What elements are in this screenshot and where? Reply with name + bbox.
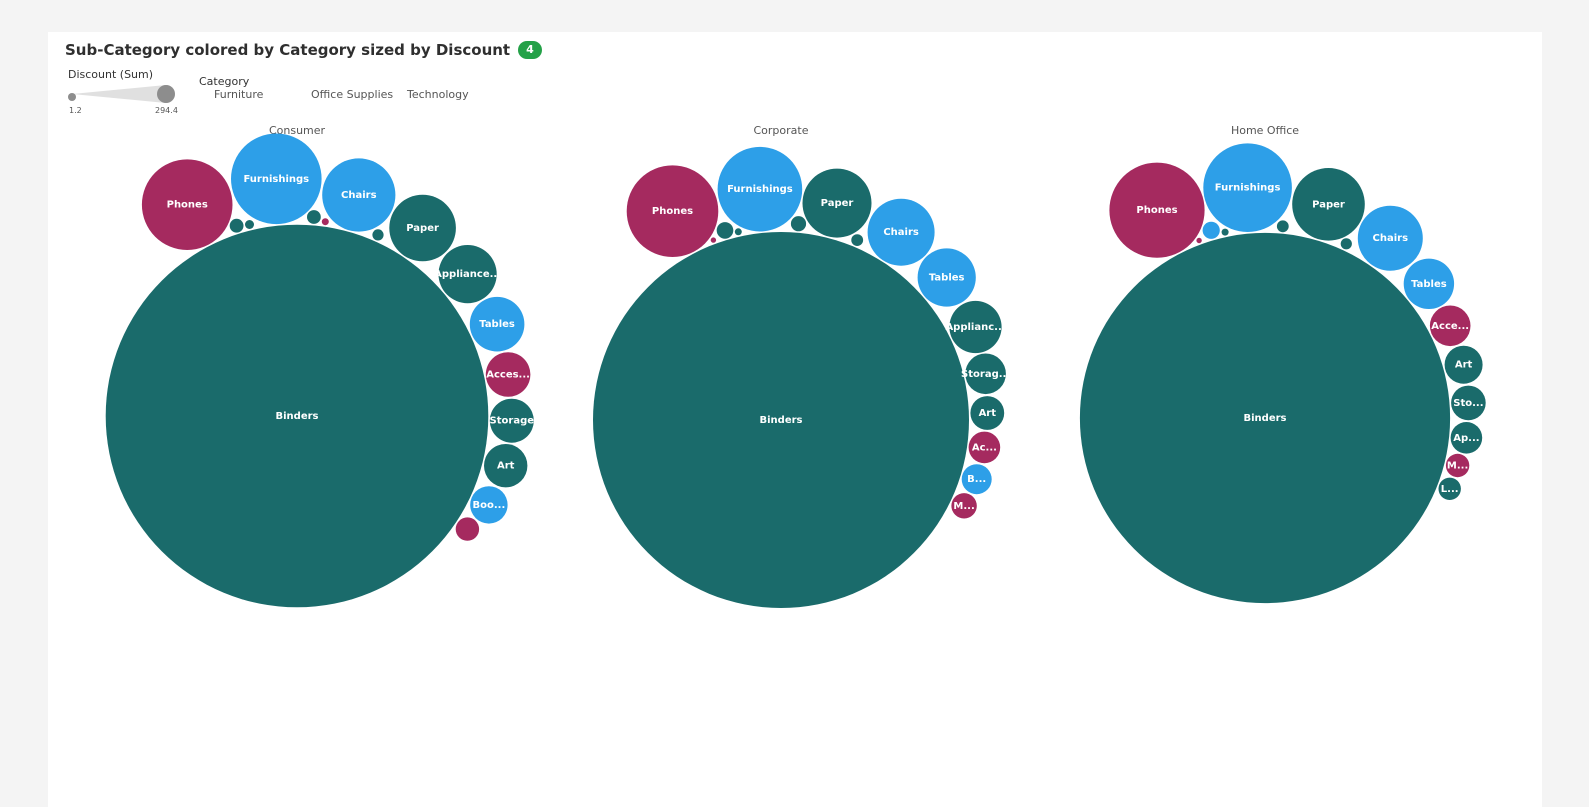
bubble-label: Paper [1312, 199, 1345, 210]
bubble-unlabeled[interactable] [1276, 220, 1289, 233]
bubble-label: Binders [276, 411, 319, 422]
bubble-label: Boo... [473, 500, 506, 511]
bubble-unlabeled[interactable] [851, 234, 864, 247]
bubble-label: Art [979, 408, 997, 419]
bubble-unlabeled[interactable] [716, 222, 734, 239]
bubble-unlabeled[interactable] [734, 228, 742, 236]
bubble-label: Art [1455, 360, 1473, 371]
bubble-label: Tables [929, 273, 965, 284]
bubble-label: Applianc... [945, 322, 1005, 333]
bubble-unlabeled[interactable] [229, 218, 244, 233]
bubble-label: Sto... [1453, 398, 1483, 409]
bubble-label: M... [953, 501, 974, 512]
bubble-unlabeled[interactable] [710, 237, 717, 243]
bubble-unlabeled[interactable] [245, 220, 254, 229]
bubble-chart: ConsumerBindersPhonesFurnishingsChairsPa… [105, 124, 1486, 608]
bubble-label: Paper [821, 198, 854, 209]
bubble-label: Paper [406, 223, 439, 234]
bubble-unlabeled[interactable] [1202, 221, 1220, 239]
bubble-unlabeled[interactable] [307, 210, 321, 224]
bubble-label: Binders [1244, 413, 1287, 424]
bubble-label: Furnishings [1215, 183, 1281, 194]
bubble-label: Acces... [486, 370, 530, 381]
bubble-label: Phones [167, 200, 208, 211]
bubble-label: Phones [1136, 205, 1177, 216]
bubble-unlabeled[interactable] [372, 229, 384, 241]
bubble-label: Chairs [341, 190, 377, 201]
bubble-label: Phones [652, 206, 693, 217]
bubble-unlabeled[interactable] [1221, 228, 1229, 236]
bubble-label: Acce... [1431, 321, 1469, 332]
bubble-label: B... [967, 474, 986, 485]
bubble-label: L... [1441, 484, 1459, 495]
bubble-label: M... [1447, 461, 1468, 472]
facet-corporate: Corporate Binders Phones Furnishings Paper Ch… [593, 124, 1010, 608]
facet-title: Home Office [1231, 124, 1299, 137]
facet-home-office: Home Office Binders Phones Furnishings Paper… [1079, 124, 1486, 604]
bubble-label: Storage [490, 416, 535, 427]
facet-consumer: ConsumerBindersPhonesFurnishingsChairsPa… [105, 124, 535, 608]
bubble-label: Furnishings [243, 174, 309, 185]
bubble-label: Storag... [961, 369, 1010, 380]
bubble-label: Ac... [972, 442, 997, 453]
facet-title: Corporate [754, 124, 809, 137]
bubble-label: Tables [1411, 279, 1447, 290]
bubble-label: Ap... [1453, 433, 1479, 444]
bubble-label: Chairs [883, 227, 919, 238]
bubble-label: Binders [760, 415, 803, 426]
bubble-label: Chairs [1373, 233, 1409, 244]
bubble-unlabeled[interactable] [1196, 237, 1202, 244]
bubble-label: Art [497, 461, 515, 472]
bubble-unlabeled[interactable] [321, 218, 329, 226]
bubble-label: Furnishings [727, 184, 793, 195]
bubble-label: Tables [479, 319, 515, 330]
bubble-unlabeled[interactable] [790, 216, 807, 232]
bubble-unlabeled[interactable] [1340, 238, 1352, 250]
visualization-card: Sub-Category colored by Category sized b… [48, 32, 1542, 807]
bubble-unlabeled[interactable] [455, 517, 480, 541]
bubble-label: Appliance... [434, 269, 501, 280]
